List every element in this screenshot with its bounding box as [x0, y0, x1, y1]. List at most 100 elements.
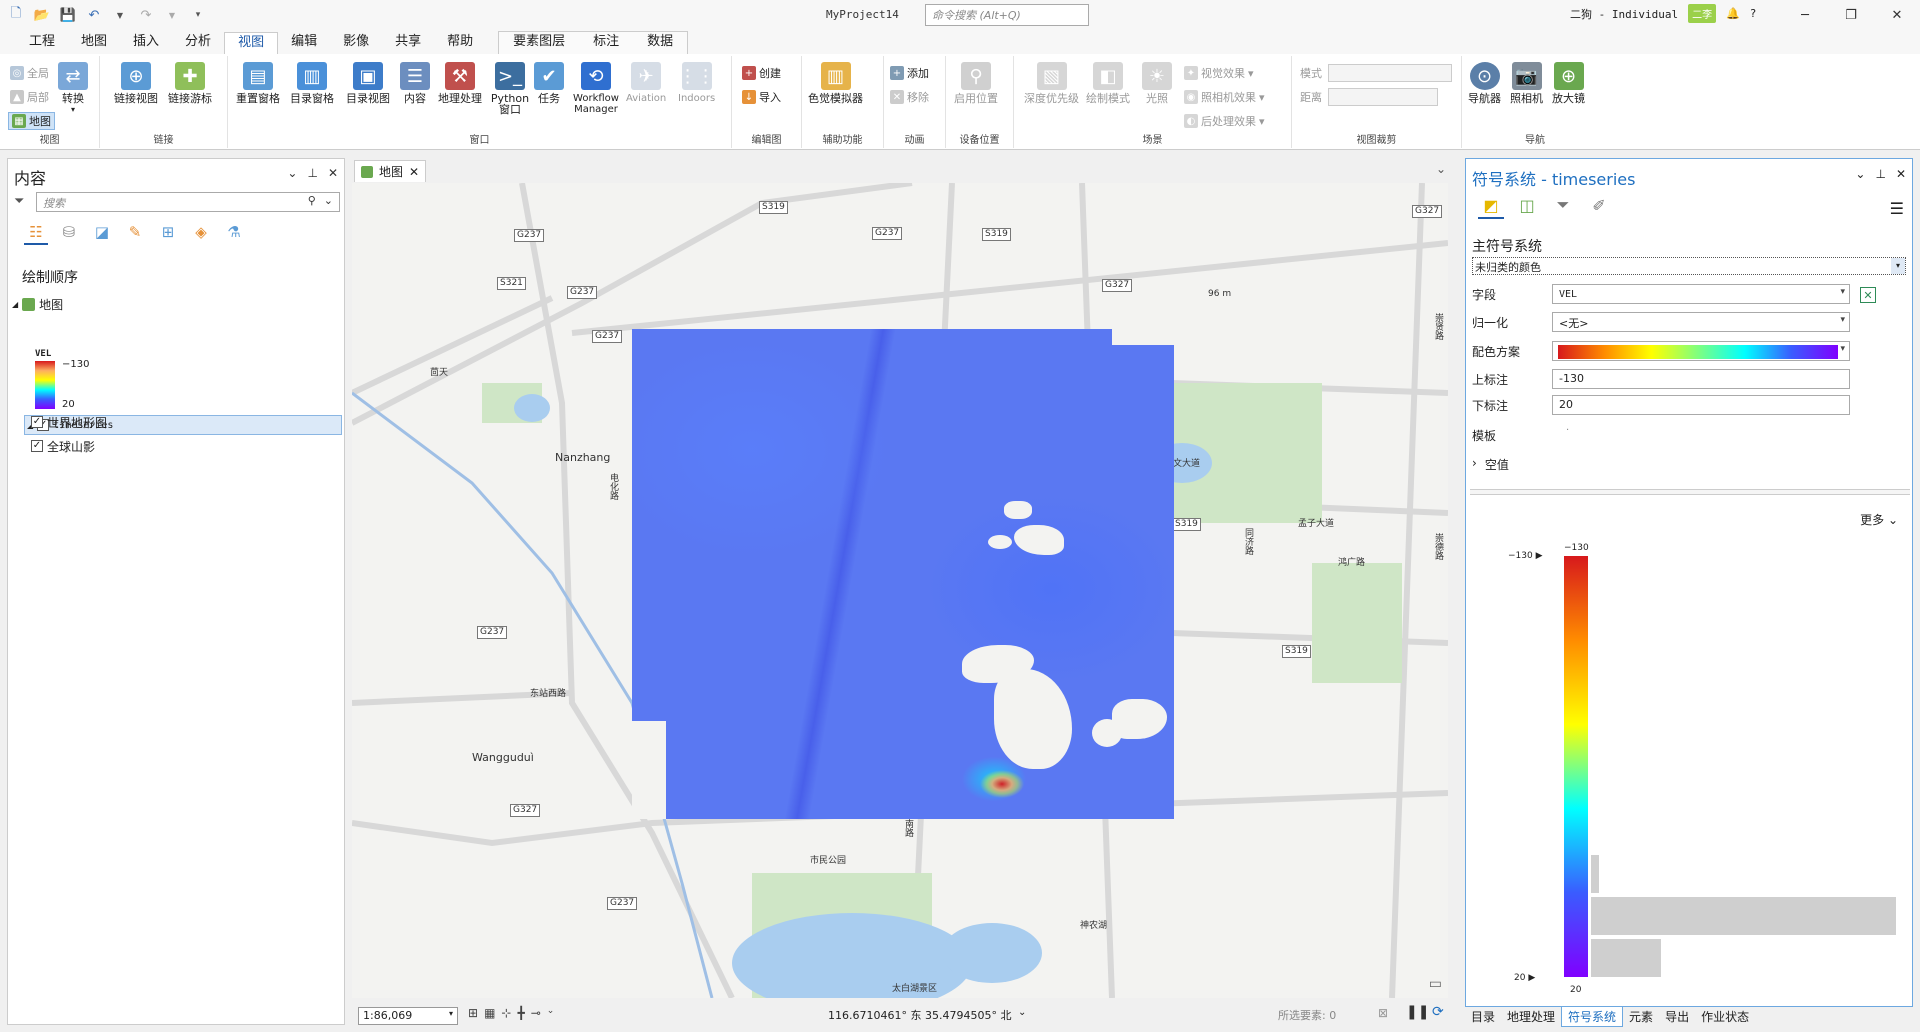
pin-icon[interactable]: ⊥	[307, 166, 317, 180]
user-avatar[interactable]: 二李	[1688, 4, 1717, 23]
close-tab-icon[interactable]: ✕	[409, 165, 419, 179]
contents-button[interactable]: ☰ 内容	[400, 62, 430, 104]
tasks-button[interactable]: ✔ 任务	[534, 62, 564, 104]
layer-world-topographic[interactable]: ✓ 世界地形图	[31, 412, 107, 432]
help-icon[interactable]: ?	[1750, 7, 1757, 20]
refresh-map-icon[interactable]: ⟳	[1432, 1004, 1444, 1020]
clip-mode-combo[interactable]	[1328, 64, 1452, 82]
more-menu[interactable]: 更多 ⌄	[1860, 511, 1898, 528]
link-cursor-button[interactable]: ✚ 链接游标	[168, 62, 212, 104]
close-pane-icon[interactable]: ✕	[1896, 167, 1906, 181]
options-menu-icon[interactable]: ☰	[1890, 199, 1904, 218]
primary-symbology-icon[interactable]: ◩	[1478, 193, 1504, 219]
list-by-labeling-icon[interactable]: ◈	[189, 221, 213, 245]
close-window-icon[interactable]: ✕	[1874, 0, 1920, 30]
indoors-button[interactable]: ⋮⋮ Indoors	[678, 62, 715, 104]
tab-edit[interactable]: 编辑	[278, 32, 330, 54]
correction-icon[interactable]: ⊸	[531, 1006, 541, 1020]
template-value[interactable]: ·	[1566, 425, 1569, 436]
undo-icon[interactable]: ↶	[84, 5, 104, 25]
grid-snap-icon[interactable]: ⊞	[468, 1006, 478, 1020]
clip-distance-input[interactable]	[1328, 88, 1438, 106]
tab-map[interactable]: 地图	[68, 32, 120, 54]
histogram-top-marker[interactable]: −130 ▶	[1508, 551, 1543, 561]
reset-panes-button[interactable]: ▤ 重置窗格	[236, 62, 280, 104]
pause-drawing-icon[interactable]: ❚❚	[1406, 1004, 1429, 1020]
python-window-button[interactable]: >_ Python 窗口	[490, 62, 530, 115]
list-by-snapping-icon[interactable]: ⊞	[156, 221, 180, 245]
customize-qat-icon[interactable]: ▾	[188, 5, 208, 25]
tab-elements[interactable]: 元素	[1623, 1007, 1659, 1027]
create-button[interactable]: + 创建	[742, 64, 781, 82]
save-project-icon[interactable]: 💾	[58, 5, 78, 25]
pane-splitter[interactable]	[1470, 489, 1910, 495]
geoprocessing-button[interactable]: ⚒ 地理处理	[438, 62, 482, 104]
tab-insert[interactable]: 插入	[120, 32, 172, 54]
catalog-pane-button[interactable]: ▥ 目录窗格	[290, 62, 334, 104]
aviation-button[interactable]: ✈ Aviation	[626, 62, 666, 104]
depth-priority-button[interactable]: ▧ 深度优先级	[1024, 62, 1079, 104]
map-view[interactable]: S319 G237 G237 S319 G327 S321 G237 G237 …	[352, 183, 1448, 998]
map-tree-node[interactable]: ◢ 地图	[12, 294, 63, 314]
pane-options-icon[interactable]: ⌄	[1855, 167, 1865, 181]
collapse-map-icon[interactable]: ◢	[12, 300, 18, 309]
map-notes-icon[interactable]: ▭	[1429, 976, 1442, 992]
navigator-button[interactable]: ⊙ 导航器	[1468, 62, 1501, 104]
new-project-icon[interactable]: 🗋	[6, 5, 26, 25]
remove-animation-button[interactable]: ✕ 移除	[890, 88, 929, 106]
tab-data[interactable]: 数据	[633, 32, 687, 54]
field-select[interactable]: VEL ▾	[1552, 284, 1850, 304]
catalog-view-button[interactable]: ▣ 目录视图	[346, 62, 390, 104]
undo-dropdown-icon[interactable]: ▼	[110, 5, 130, 25]
tab-symbology[interactable]: 符号系统	[1561, 1007, 1624, 1027]
redo-icon[interactable]: ↷	[136, 5, 156, 25]
layer-visibility-checkbox[interactable]: ✓	[31, 416, 43, 428]
import-button[interactable]: ↓ 导入	[742, 88, 781, 106]
magnifier-button[interactable]: ⊕ 放大镜	[1552, 62, 1585, 104]
nodata-section[interactable]: › 空值	[1472, 456, 1509, 473]
histogram-bottom-marker[interactable]: 20 ▶	[1514, 973, 1535, 983]
pane-options-icon[interactable]: ⌄	[287, 166, 297, 180]
list-by-editing-icon[interactable]: ✎	[123, 221, 147, 245]
scale-combo[interactable]: 1:86,069 ▾	[358, 1007, 458, 1025]
tab-help[interactable]: 帮助	[434, 32, 486, 54]
grid-icon[interactable]: ▦	[484, 1006, 495, 1020]
add-animation-button[interactable]: + 添加	[890, 64, 929, 82]
notification-icon[interactable]: 🔔	[1726, 7, 1740, 20]
normalization-dropdown-icon[interactable]: ▾	[1840, 315, 1845, 325]
list-by-drawing-order-icon[interactable]: ☷	[24, 221, 48, 245]
link-views-button[interactable]: ⊕ 链接视图	[114, 62, 158, 104]
workflow-manager-button[interactable]: ⟲ Workflow Manager	[570, 62, 622, 115]
tab-geoprocessing[interactable]: 地理处理	[1501, 1007, 1561, 1027]
close-pane-icon[interactable]: ✕	[328, 166, 338, 180]
list-by-selection-icon[interactable]: ◪	[90, 221, 114, 245]
open-project-icon[interactable]: 📂	[32, 5, 52, 25]
snapping-icon[interactable]: ⊹	[501, 1006, 511, 1020]
color-scheme-dropdown-icon[interactable]: ▾	[1840, 344, 1845, 354]
search-dropdown-icon[interactable]: ⌄	[324, 194, 333, 207]
tab-labeling[interactable]: 标注	[579, 32, 633, 54]
camera-effects-button[interactable]: ◉ 照相机效果 ▾	[1184, 88, 1265, 106]
vary-symbology-icon[interactable]: ✐	[1586, 193, 1612, 219]
layer-world-hillshade[interactable]: ✓ 全球山影	[31, 436, 95, 456]
filter-icon[interactable]: ⏷	[14, 194, 24, 209]
scale-dropdown-icon[interactable]: ▾	[449, 1009, 453, 1023]
refresh-selection-icon[interactable]: ⊠	[1378, 1006, 1388, 1020]
tab-catalog[interactable]: 目录	[1465, 1007, 1501, 1027]
upper-label-input[interactable]: -130	[1552, 369, 1850, 389]
map-view-tab[interactable]: 地图 ✕	[354, 160, 427, 182]
tab-imagery[interactable]: 影像	[330, 32, 382, 54]
secondary-symbology-icon[interactable]: ◫	[1514, 193, 1540, 219]
global-view-button[interactable]: ◎ 全局	[10, 64, 49, 82]
user-name[interactable]: 二狗 - Individual	[1570, 6, 1678, 22]
redo-dropdown-icon[interactable]: ▼	[162, 5, 182, 25]
search-icon[interactable]: ⚲	[308, 194, 316, 207]
coordinates-dropdown-icon[interactable]: ⌄	[1018, 1007, 1026, 1018]
command-search-input[interactable]: 命令搜索 (Alt+Q)	[925, 4, 1089, 26]
expression-builder-icon[interactable]: ✕	[1860, 287, 1876, 303]
convert-button[interactable]: ⇄ 转换 ▾	[58, 62, 88, 115]
tab-export[interactable]: 导出	[1659, 1007, 1695, 1027]
tab-list-chevron-icon[interactable]: ⌄	[1436, 162, 1446, 176]
visual-effects-button[interactable]: ✦ 视觉效果 ▾	[1184, 64, 1254, 82]
post-processing-button[interactable]: ◐ 后处理效果 ▾	[1184, 112, 1265, 130]
